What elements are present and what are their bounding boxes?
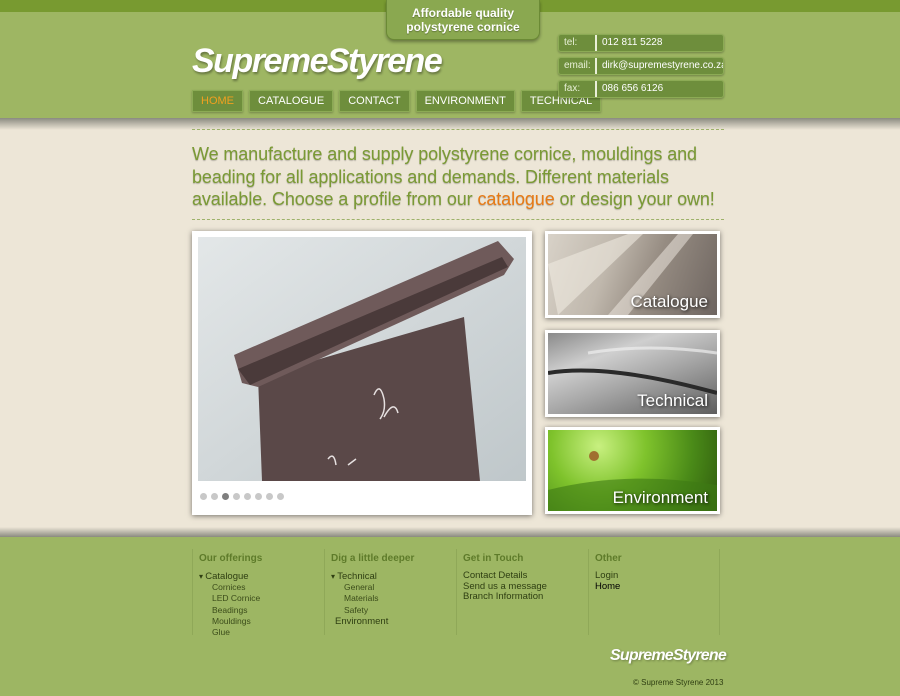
nav-catalogue[interactable]: CATALOGUE — [249, 90, 334, 112]
slider-dot[interactable] — [200, 493, 207, 500]
email-value[interactable]: dirk@supremestyrene.co.za — [597, 58, 723, 74]
intro-text: We manufacture and supply polystyrene co… — [192, 143, 732, 211]
slide-image — [198, 237, 526, 481]
footer-link-home[interactable]: Home — [595, 581, 719, 593]
tel-value[interactable]: 012 811 5228 — [597, 35, 723, 51]
footer-col-other: Other Login Home — [588, 549, 720, 635]
tile-technical-label: Technical — [637, 391, 708, 410]
offerings-sublist: Cornices LED Cornice Beadings Mouldings … — [199, 582, 324, 638]
footer-link-contact-details[interactable]: Contact Details — [463, 570, 588, 582]
footer-link-general[interactable]: General — [331, 582, 456, 593]
footer-link-login[interactable]: Login — [595, 570, 719, 582]
touch-heading: Get in Touch — [463, 553, 524, 564]
logo-text: SupremeStyrene — [192, 42, 443, 80]
slider-dot[interactable] — [266, 493, 273, 500]
tile-catalogue-label: Catalogue — [630, 292, 708, 311]
copyright-text: © Supreme Styrene 2013 — [633, 678, 724, 687]
image-slider[interactable] — [192, 231, 532, 515]
footer-link-safety[interactable]: Safety — [331, 605, 456, 616]
slider-dot[interactable] — [233, 493, 240, 500]
tagline-line-1: Affordable quality — [411, 6, 514, 20]
tile-environment[interactable]: Environment — [545, 427, 720, 514]
contact-fax: fax: 086 656 6126 — [558, 80, 724, 98]
footer-link-environment[interactable]: Environment — [331, 616, 456, 627]
footer-link-technical[interactable]: Technical — [331, 571, 456, 582]
divider-bottom — [192, 219, 724, 220]
nav-contact[interactable]: CONTACT — [339, 90, 410, 112]
contact-email: email: dirk@supremestyrene.co.za — [558, 57, 724, 75]
slider-dot[interactable] — [222, 493, 229, 500]
nav-environment[interactable]: ENVIRONMENT — [415, 90, 515, 112]
footer-link-led-cornice[interactable]: LED Cornice — [199, 593, 324, 604]
footer-link-mouldings[interactable]: Mouldings — [199, 616, 324, 627]
other-heading: Other — [595, 553, 622, 564]
footer-logo[interactable]: SupremeStyrene — [610, 647, 727, 665]
contact-box: tel: 012 811 5228 email: dirk@supremesty… — [558, 34, 724, 103]
offerings-heading: Our offerings — [199, 553, 263, 564]
footer-link-glue[interactable]: Glue — [199, 627, 324, 638]
tagline-tab: Affordable quality polystyrene cornice — [386, 0, 540, 40]
site-logo[interactable]: SupremeStyrene — [192, 36, 454, 84]
deeper-heading: Dig a little deeper — [331, 553, 415, 564]
slider-dot[interactable] — [244, 493, 251, 500]
slider-dot[interactable] — [277, 493, 284, 500]
footer-link-materials[interactable]: Materials — [331, 593, 456, 604]
email-label: email: — [559, 58, 597, 74]
intro-catalogue-link[interactable]: catalogue — [477, 189, 554, 209]
slider-dots — [200, 493, 284, 500]
nav-home[interactable]: HOME — [192, 90, 243, 112]
contact-tel: tel: 012 811 5228 — [558, 34, 724, 52]
fax-value: 086 656 6126 — [602, 83, 664, 94]
tile-catalogue[interactable]: Catalogue — [545, 231, 720, 318]
footer-link-branch-info[interactable]: Branch Information — [463, 591, 588, 603]
divider-top — [192, 129, 724, 130]
footer-col-deeper: Dig a little deeper Technical General Ma… — [324, 549, 456, 635]
tagline-line-2: polystyrene cornice — [406, 20, 520, 34]
footer-link-beadings[interactable]: Beadings — [199, 605, 324, 616]
tile-environment-label: Environment — [612, 488, 708, 507]
footer-link-cornices[interactable]: Cornices — [199, 582, 324, 593]
slider-dot[interactable] — [255, 493, 262, 500]
footer-col-offerings: Our offerings Catalogue Cornices LED Cor… — [192, 549, 324, 638]
slider-dot[interactable] — [211, 493, 218, 500]
intro-text-end: or design your own! — [554, 189, 715, 209]
fax-label: fax: — [559, 81, 597, 97]
site-footer: Our offerings Catalogue Cornices LED Cor… — [0, 537, 900, 696]
tile-technical[interactable]: Technical — [545, 330, 720, 417]
footer-shadow — [0, 527, 900, 537]
main-nav: HOME CATALOGUE CONTACT ENVIRONMENT TECHN… — [192, 90, 602, 112]
tel-label: tel: — [559, 35, 597, 51]
footer-col-touch: Get in Touch Contact Details Send us a m… — [456, 549, 588, 635]
footer-link-catalogue[interactable]: Catalogue — [199, 571, 324, 582]
